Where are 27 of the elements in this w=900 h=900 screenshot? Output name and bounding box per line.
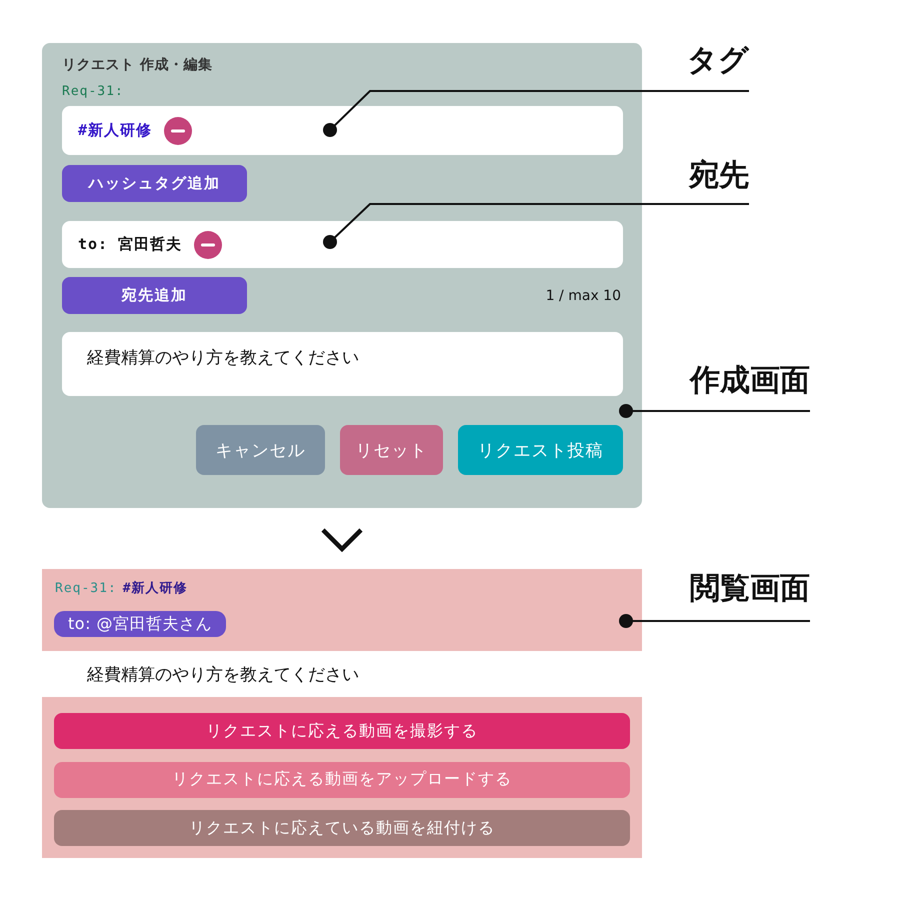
- minus-icon[interactable]: [164, 116, 192, 144]
- callout-label: 宛先: [689, 159, 749, 193]
- submit-button[interactable]: リクエスト投稿: [458, 425, 623, 475]
- tag-text: #新人研修: [78, 121, 152, 140]
- recipient-pill: to: @宮田哲夫さん: [54, 611, 226, 637]
- reset-button[interactable]: リセット: [340, 425, 443, 475]
- tag-input-field[interactable]: #新人研修: [62, 106, 623, 155]
- tag-text: #新人研修: [122, 580, 188, 598]
- request-id: Req-31:: [62, 83, 124, 101]
- recipient-input-field[interactable]: to: 宮田哲夫: [62, 221, 623, 268]
- callout-label: 作成画面: [690, 364, 810, 398]
- link-video-button[interactable]: リクエストに応えている動画を紐付ける: [54, 810, 630, 846]
- callout-label: タグ: [687, 44, 749, 78]
- callout-label: 閲覧画面: [690, 572, 810, 606]
- message-text: 経費精算のやり方を教えてください: [87, 664, 359, 686]
- request-id: Req-31:: [55, 580, 117, 598]
- recipient-text: to: 宮田哲夫: [78, 235, 182, 254]
- message-field[interactable]: 経費精算のやり方を教えてください: [62, 332, 623, 396]
- recipient-count: 1 / max 10: [546, 288, 622, 304]
- chevron-down-icon: [321, 528, 363, 552]
- record-video-button[interactable]: リクエストに応える動画を撮影する: [54, 713, 630, 749]
- cancel-button[interactable]: キャンセル: [196, 425, 325, 475]
- minus-icon[interactable]: [194, 230, 222, 258]
- upload-video-button[interactable]: リクエストに応える動画をアップロードする: [54, 762, 630, 798]
- add-hashtag-button[interactable]: ハッシュタグ追加: [62, 165, 247, 202]
- panel-title: リクエスト 作成・編集: [62, 56, 214, 75]
- add-recipient-button[interactable]: 宛先追加: [62, 277, 247, 314]
